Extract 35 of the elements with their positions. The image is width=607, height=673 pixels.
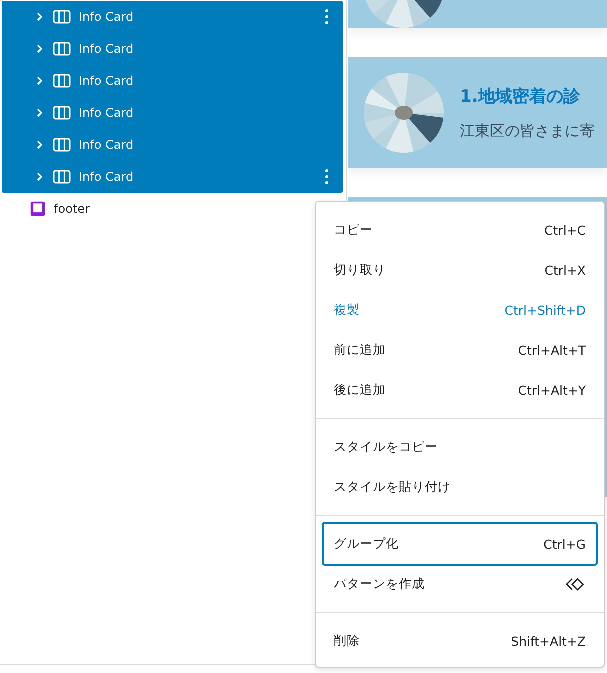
menu-item[interactable]: スタイルをコピー: [322, 427, 598, 467]
menu-item[interactable]: 前に追加 Ctrl+Alt+T: [322, 330, 598, 370]
columns-icon: [53, 10, 71, 24]
columns-icon: [53, 42, 71, 56]
block-label[interactable]: Info Card: [79, 170, 134, 184]
menu-item[interactable]: スタイルを貼り付け: [322, 467, 598, 507]
columns-icon: [53, 170, 71, 184]
block-label[interactable]: Info Card: [79, 138, 134, 152]
card-text: 江東区の皆さまに寄: [460, 122, 595, 140]
menu-item[interactable]: グループ化 Ctrl+G: [322, 522, 598, 566]
columns-icon: [53, 106, 71, 120]
menu-item[interactable]: 切り取り Ctrl+X: [322, 250, 598, 290]
chevron-right-icon[interactable]: [36, 76, 44, 86]
more-options-icon[interactable]: [325, 169, 329, 185]
block-label[interactable]: Info Card: [79, 42, 134, 56]
chevron-right-icon[interactable]: [36, 44, 44, 54]
block-label[interactable]: footer: [54, 202, 90, 216]
diamond-icon: [566, 576, 586, 592]
menu-item[interactable]: 後に追加 Ctrl+Alt+Y: [322, 370, 598, 410]
columns-icon: [53, 74, 71, 88]
columns-icon: [53, 138, 71, 152]
chevron-right-icon[interactable]: [36, 12, 44, 22]
menu-item[interactable]: コピー Ctrl+C: [322, 210, 598, 250]
menu-item[interactable]: 複製 Ctrl+Shift+D: [322, 290, 598, 330]
block-label[interactable]: Info Card: [79, 106, 134, 120]
block-label[interactable]: Info Card: [79, 74, 134, 88]
footer-icon: [30, 201, 46, 217]
more-options-icon[interactable]: [325, 9, 329, 25]
card-title: 1.地域密着の診: [460, 86, 582, 108]
chevron-right-icon[interactable]: [36, 140, 44, 150]
chevron-right-icon[interactable]: [36, 172, 44, 182]
menu-item[interactable]: パターンを作成: [322, 564, 598, 604]
chevron-right-icon[interactable]: [36, 108, 44, 118]
block-label[interactable]: Info Card: [79, 10, 134, 24]
menu-item[interactable]: 削除 Shift+Alt+Z: [322, 621, 598, 661]
